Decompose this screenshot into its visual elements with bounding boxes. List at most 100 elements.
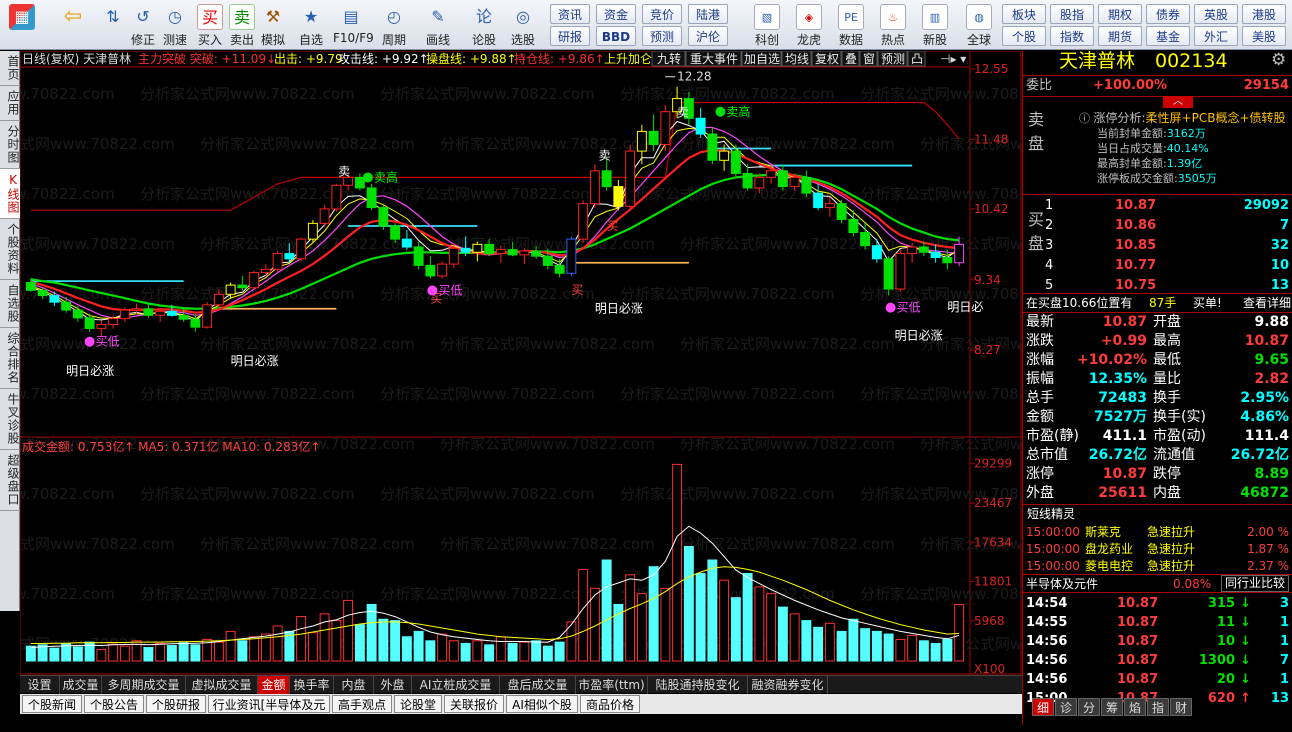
market-button-top-4[interactable]: 英股	[1194, 4, 1238, 24]
info-tab-4[interactable]: 高手观点	[332, 695, 392, 713]
toolbar-button2-0[interactable]: ▧ 科创	[748, 2, 786, 48]
toolbar-button-10[interactable]: ◴ 周期	[376, 2, 412, 48]
info-tab-1[interactable]: 个股公告	[84, 695, 144, 713]
toolbar-button2-2[interactable]: PE 数据	[832, 2, 870, 48]
quote-side-tab-5[interactable]: 指	[1147, 698, 1169, 716]
quick-button-bottom-0[interactable]: 研报	[550, 26, 590, 46]
volume-tick-label: 5968	[974, 614, 1005, 628]
market-button-top-1[interactable]: 股指	[1050, 4, 1094, 24]
market-button-bottom-4[interactable]: 外汇	[1194, 26, 1238, 46]
sidebar-tab-0[interactable]: 首页	[0, 51, 20, 86]
volume-bar	[448, 640, 459, 662]
settings-gear-icon[interactable]: ⚙	[1271, 51, 1286, 70]
sidebar-tab-2[interactable]: 分时图	[0, 121, 20, 169]
quick-button-bottom-3[interactable]: 沪伦	[688, 26, 728, 46]
indicator-tab-0[interactable]: 设置	[20, 676, 60, 694]
quote-side-tab-6[interactable]: 财	[1170, 698, 1192, 716]
toolbar-button2-4[interactable]: ▥ 新股	[916, 2, 954, 48]
candle	[331, 184, 342, 210]
quick-button-bottom-1[interactable]: BBD	[596, 26, 636, 46]
indicator-tab-4[interactable]: 金额	[258, 676, 290, 694]
sidebar-tab-5[interactable]: 自选股	[0, 280, 20, 328]
tick-volume: 11	[1216, 615, 1235, 630]
candle	[801, 176, 812, 194]
chart-icon: ▧	[754, 4, 780, 30]
price-chart-svg[interactable]: 分析家公式网www.70822.com 分析家公式网www.70822.com 分析…	[0, 50, 1135, 676]
chart-area[interactable]: 分析家公式网www.70822.com 分析家公式网www.70822.com 分析…	[0, 50, 1135, 676]
toolbar-button-12[interactable]: 论论股	[466, 2, 502, 48]
market-button-top-0[interactable]: 板块	[1002, 4, 1046, 24]
view-detail-link[interactable]: 查看详细	[1243, 294, 1291, 313]
quote-side-tab-3[interactable]: 筹	[1101, 698, 1123, 716]
candle	[260, 268, 271, 274]
market-button-bottom-2[interactable]: 期货	[1098, 26, 1142, 46]
toolbar-button2-1[interactable]: ◈ 龙虎	[790, 2, 828, 48]
quick-button-top-2[interactable]: 竞价	[642, 4, 682, 24]
market-button-top-3[interactable]: 债券	[1146, 4, 1190, 24]
candle	[601, 170, 612, 188]
toolbar-button-3[interactable]: ↺ 修正	[125, 2, 161, 48]
indicator-tab-2[interactable]: 多周期成交量	[102, 676, 186, 694]
toolbar-button2-5[interactable]: ◍ 全球	[960, 2, 998, 48]
industry-compare-button[interactable]: 同行业比较	[1220, 575, 1289, 592]
toolbar-button2-3[interactable]: ♨ 热点	[874, 2, 912, 48]
info-tab-3[interactable]: 行业资讯[半导体及元件]	[208, 695, 330, 730]
toolbar-button-7[interactable]: ⚒ 模拟	[255, 2, 291, 48]
quick-button-bottom-2[interactable]: 预测	[642, 26, 682, 46]
quote-side-tab-2[interactable]: 分	[1078, 698, 1100, 716]
info-tab-5[interactable]: 论股堂	[394, 695, 442, 713]
up-down-arrows-icon: ⇅	[106, 7, 120, 26]
quote-side-tab-1[interactable]: 诊	[1055, 698, 1077, 716]
info-tab-6[interactable]: 关联报价	[444, 695, 504, 713]
toolbar-button-11[interactable]: ✎ 画线	[420, 2, 456, 48]
toolbar-button-13[interactable]: ◎ 选股	[505, 2, 541, 48]
quote-side-tab-0[interactable]: 细	[1032, 698, 1054, 716]
chart-nav-arrow-icon[interactable]: ⊣▸ ▾	[940, 52, 966, 66]
info-tab-2[interactable]: 个股研报	[146, 695, 206, 713]
stat-value: 25611	[1098, 485, 1147, 501]
market-button-bottom-0[interactable]: 个股	[1002, 26, 1046, 46]
market-button-top-2[interactable]: 期权	[1098, 4, 1142, 24]
indicator-tab-6[interactable]: 内盘	[334, 676, 374, 694]
indicator-tab-9[interactable]: 盘后成交量	[500, 676, 576, 694]
indicator-tab-3[interactable]: 虚拟成交量	[186, 676, 258, 694]
indicator-tab-1[interactable]: 成交量	[60, 676, 102, 694]
info-tab-7[interactable]: AI相似个股	[506, 695, 578, 713]
info-tab-0[interactable]: 个股新闻	[22, 695, 82, 713]
sidebar-tab-7[interactable]: 牛叉诊股	[0, 389, 20, 450]
bid-level: 4	[1045, 258, 1054, 273]
stat-value: +0.99	[1100, 333, 1147, 349]
quick-button-top-3[interactable]: 陆港	[688, 4, 728, 24]
quote-side-tab-4[interactable]: 焰	[1124, 698, 1146, 716]
market-button-top-5[interactable]: 港股	[1242, 4, 1286, 24]
toolbar-button-5[interactable]: 买买入	[192, 2, 228, 48]
sidebar-tab-3[interactable]: K线图	[0, 169, 20, 219]
toolbar-button-8[interactable]: ★ 自选	[293, 2, 329, 48]
weibi-value: +100.00%	[1093, 78, 1168, 93]
market-button-bottom-5[interactable]: 美股	[1242, 26, 1286, 46]
market-button-bottom-1[interactable]: 指数	[1050, 26, 1094, 46]
toolbar-button-9[interactable]: ▤ F10/F9	[333, 2, 374, 48]
toolbar-button-4[interactable]: ◷ 测速	[157, 2, 193, 48]
toolbar-button-0[interactable]: ▦	[4, 2, 40, 48]
candle	[871, 245, 882, 260]
toolbar-button-1[interactable]: ⇦	[55, 2, 91, 48]
volume-bar	[801, 620, 812, 662]
market-button-bottom-3[interactable]: 基金	[1146, 26, 1190, 46]
sidebar-tab-6[interactable]: 综合排名	[0, 328, 20, 389]
sidebar-tab-8[interactable]: 超级盘口	[0, 450, 20, 511]
divider	[1023, 96, 1292, 97]
indicator-tab-8[interactable]: AI立桩成交量	[412, 676, 500, 694]
indicator-tab-5[interactable]: 换手率	[290, 676, 334, 694]
indicator-tab-10[interactable]: 市盈率(ttm)	[576, 676, 648, 694]
indicator-tab-11[interactable]: 陆股通持股变化	[648, 676, 748, 694]
limit-analysis-box: ⓘ 涨停分析:柔性屏+PCB概念+债转股 当前封单金额:3162万 当日占成交量:4…	[1079, 111, 1289, 186]
quick-button-top-1[interactable]: 资金	[596, 4, 636, 24]
indicator-tab-12[interactable]: 融资融券变化	[748, 676, 828, 694]
collapse-chevron-icon[interactable]: ︿	[1163, 96, 1193, 108]
sidebar-tab-4[interactable]: 个股资料	[0, 219, 20, 280]
indicator-tab-7[interactable]: 外盘	[374, 676, 412, 694]
quick-button-top-0[interactable]: 资讯	[550, 4, 590, 24]
info-tab-8[interactable]: 商品价格	[580, 695, 640, 713]
sidebar-tab-1[interactable]: 应用	[0, 86, 20, 121]
